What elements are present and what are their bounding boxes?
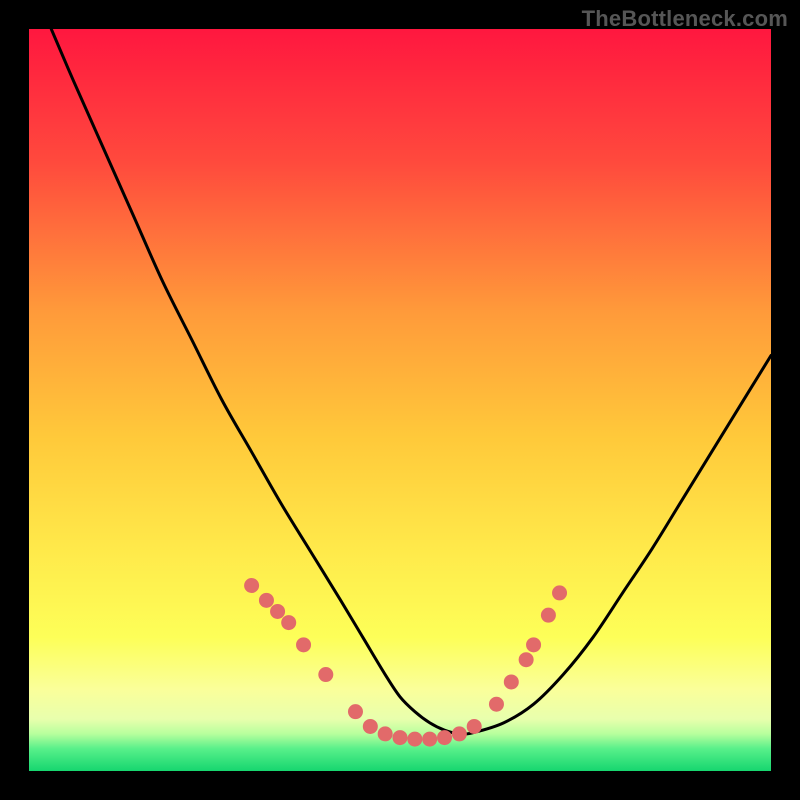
curve-marker (452, 726, 467, 741)
curve-marker (281, 615, 296, 630)
curve-marker (363, 719, 378, 734)
curve-marker (552, 585, 567, 600)
watermark-text: TheBottleneck.com (582, 6, 788, 32)
curve-marker (504, 674, 519, 689)
curve-marker (318, 667, 333, 682)
curve-marker (244, 578, 259, 593)
curve-marker (489, 697, 504, 712)
curve-marker (519, 652, 534, 667)
curve-marker (378, 726, 393, 741)
curve-marker (407, 732, 422, 747)
curve-marker (259, 593, 274, 608)
plot-area (29, 29, 771, 771)
curve-marker (348, 704, 363, 719)
chart-svg (29, 29, 771, 771)
curve-marker (437, 730, 452, 745)
chart-frame: TheBottleneck.com (0, 0, 800, 800)
curve-marker (270, 604, 285, 619)
curve-marker (393, 730, 408, 745)
curve-marker (467, 719, 482, 734)
curve-marker (296, 637, 311, 652)
curve-marker (422, 732, 437, 747)
curve-marker (541, 608, 556, 623)
curve-marker (526, 637, 541, 652)
gradient-bg (29, 29, 771, 771)
